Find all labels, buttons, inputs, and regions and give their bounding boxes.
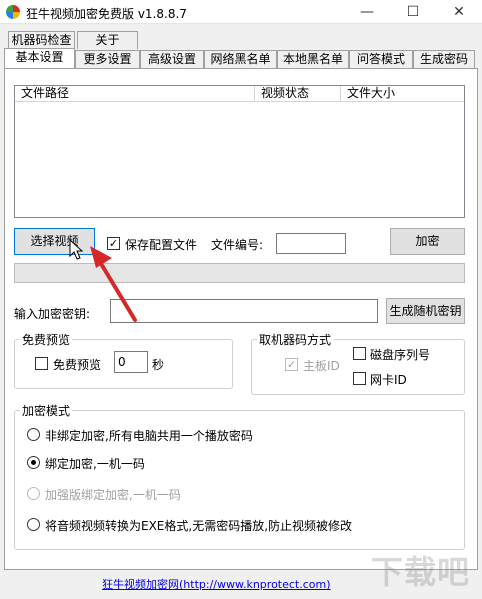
annotation-overlay bbox=[69, 238, 137, 322]
annotation-arrow-icon bbox=[90, 246, 137, 322]
mouse-pointer-icon bbox=[69, 238, 84, 260]
